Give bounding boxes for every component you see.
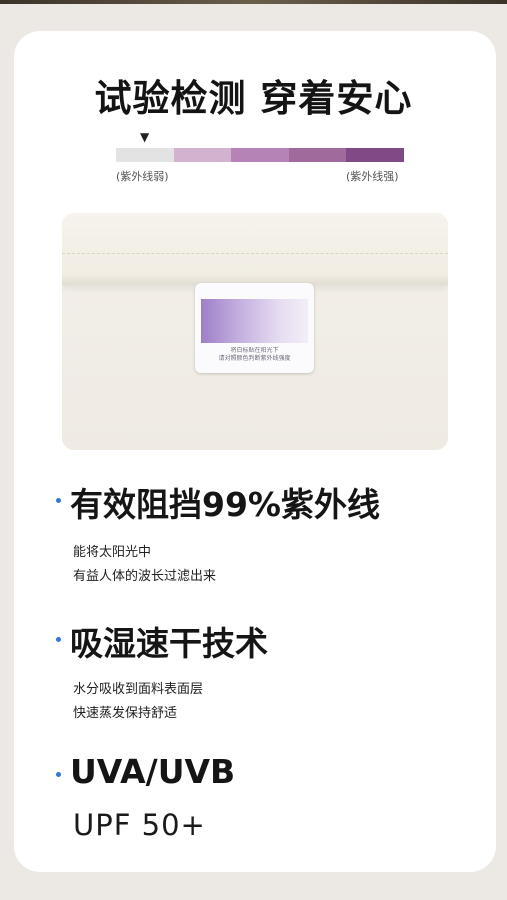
uv-test-tag: 将白标贴在阳光下 请对照颜色判断紫外线强度 — [195, 283, 314, 373]
tag-text: 将白标贴在阳光下 请对照颜色判断紫外线强度 — [201, 347, 308, 363]
product-photo: 将白标贴在阳光下 请对照颜色判断紫外线强度 — [62, 213, 448, 450]
bullet-dot-icon — [56, 637, 61, 642]
feature-desc-line: 能将太阳光中 — [73, 545, 152, 560]
uv-scale-segment — [231, 148, 289, 162]
uv-scale-segment — [116, 148, 174, 162]
uv-scale-segment — [288, 148, 347, 162]
feature-desc-line: 水分吸收到面料表面层 — [73, 682, 204, 697]
feature-title-quick-dry: 吸湿速干技术 — [70, 624, 268, 663]
fabric-hem — [62, 213, 448, 285]
uv-scale-bar — [116, 148, 404, 162]
uv-scale-segment — [173, 148, 232, 162]
bullet-dot-icon — [56, 498, 61, 503]
tag-text-line-1: 将白标贴在阳光下 — [230, 347, 279, 354]
uv-weak-label: (紫外线弱) — [116, 170, 169, 183]
feature-desc-line: 快速蒸发保持舒适 — [73, 706, 178, 721]
uv-marker-icon: ▼ — [140, 130, 150, 144]
top-decor-strip — [0, 0, 507, 4]
bullet-dot-icon — [56, 772, 61, 777]
feature-desc-line: 有益人体的波长过滤出来 — [73, 569, 217, 584]
uv-color-swatch — [201, 299, 308, 343]
tag-text-line-2: 请对照颜色判断紫外线强度 — [218, 355, 291, 362]
page-title: 试验检测 穿着安心 — [94, 77, 413, 120]
feature-title-uva-uvb: UVA/UVB — [70, 752, 236, 791]
upf-rating: UPF 50+ — [73, 808, 206, 842]
feature-title-uv-block: 有效阻挡99%紫外线 — [70, 485, 380, 524]
uv-strong-label: (紫外线强) — [346, 170, 399, 183]
fabric-stitch-line — [62, 253, 448, 254]
uv-scale-segment — [346, 148, 404, 162]
